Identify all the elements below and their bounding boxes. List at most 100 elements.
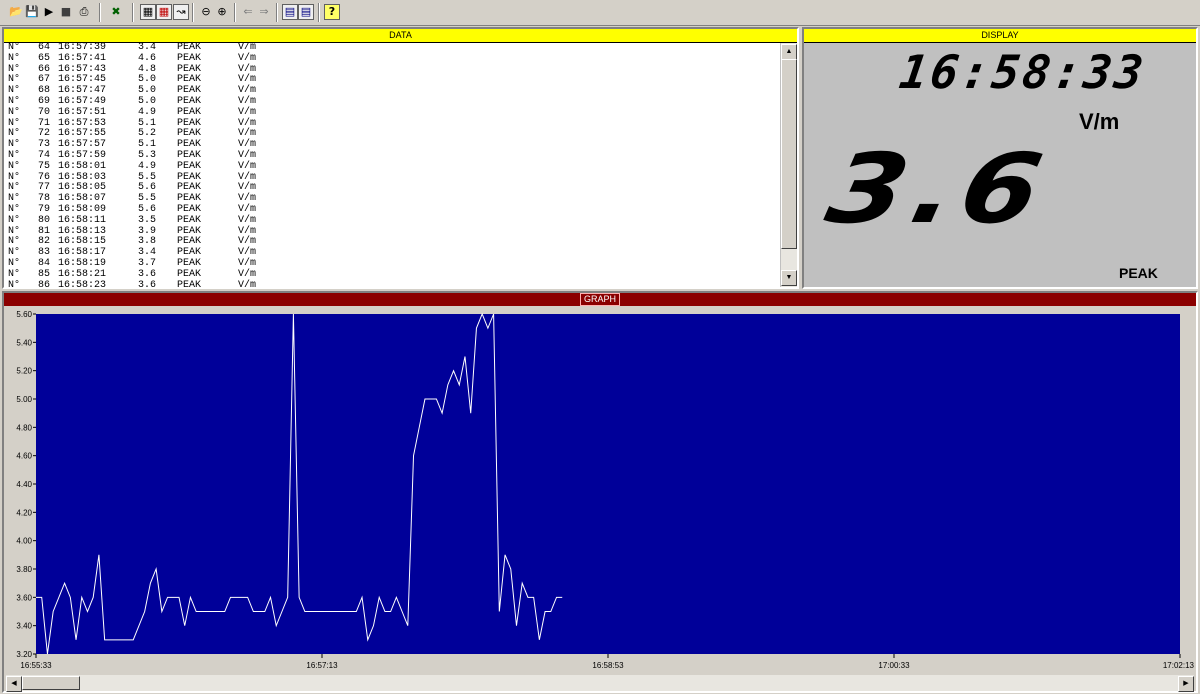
list-cell-n: N° — [8, 279, 21, 287]
scroll-left-icon[interactable]: ◀ — [6, 676, 22, 692]
list-item[interactable]: N° 86 16:58:23 3.6 PEAK V/m — [4, 279, 781, 287]
line-chart[interactable]: 3.20 3.40 3.60 3.80 4.00 4.20 4.40 4.60 4.80 5.00… — [4, 307, 1196, 675]
list-cell-mode: PEAK — [177, 52, 202, 64]
tile-horizontal-icon[interactable]: ▤ — [282, 4, 298, 20]
x-tick-label: 16:57:13 — [306, 661, 338, 670]
graph-panel-title: GRAPH — [4, 293, 1196, 306]
lcd-display: 16:58:33 V/m 3.6 PEAK — [804, 43, 1196, 287]
list-item[interactable]: N° 68 16:57:47 5.0 PEAK V/m — [4, 85, 781, 97]
toolbar: 📂 💾 ▶ ■ ⎙ ✖ ▦ ▦ ↝ ⊖ ⊕ ⇐ ⇒ ▤ ▤ ? — [0, 0, 1200, 26]
scrollbar-thumb[interactable] — [22, 676, 80, 690]
chart-icon[interactable]: ↝ — [173, 4, 189, 20]
open-folder-icon[interactable]: 📂 — [8, 4, 24, 20]
scroll-left-icon[interactable]: ⇐ — [240, 4, 256, 20]
list-cell-value: 3.6 — [138, 279, 157, 287]
display-time: 16:58:33 — [896, 45, 1150, 99]
list-item[interactable]: N° 72 16:57:55 5.2 PEAK V/m — [4, 129, 781, 140]
list-cell-value: 4.6 — [138, 52, 157, 64]
list-item[interactable]: N° 77 16:58:05 5.6 PEAK V/m — [4, 183, 781, 194]
list-cell-idx: 75 — [38, 160, 51, 172]
list-cell-time: 16:58:21 — [58, 268, 107, 280]
x-tick-label: 17:02:13 — [1163, 661, 1195, 670]
list-item[interactable]: N° 74 16:57:59 5.3 PEAK V/m — [4, 150, 781, 162]
graph-panel: GRAPH 3.20 3.40 3.60 3.80 4.00 4.20 4.40 4.60 4.… — [2, 291, 1198, 693]
toolbar-separator — [234, 3, 236, 22]
help-icon[interactable]: ? — [324, 4, 340, 20]
list-item[interactable]: N° 64 16:57:39 3.4 PEAK V/m — [4, 43, 781, 54]
graph-title-label: GRAPH — [579, 293, 620, 306]
data-panel: DATA N° 64 16:57:39 3.4 PEAK V/m N° 65 16:57:41 4… — [2, 27, 799, 289]
list-cell-value: 3.6 — [138, 268, 157, 280]
display-panel: DISPLAY 16:58:33 V/m 3.6 PEAK — [802, 27, 1198, 289]
list-cell-time: 16:57:51 — [58, 106, 107, 118]
list-item[interactable]: N° 82 16:58:15 3.8 PEAK V/m — [4, 237, 781, 248]
y-tick-label: 4.80 — [16, 423, 32, 432]
x-tick-label: 16:55:33 — [20, 661, 52, 670]
probe-icon[interactable]: ✖ — [108, 4, 124, 20]
list-item[interactable]: N° 66 16:57:43 4.8 PEAK V/m — [4, 64, 781, 76]
scroll-up-icon[interactable]: ▲ — [781, 44, 797, 60]
grid-icon[interactable]: ▦ — [140, 4, 156, 20]
list-item[interactable]: N° 76 16:58:03 5.5 PEAK V/m — [4, 172, 781, 184]
display-unit: V/m — [1079, 109, 1120, 134]
list-item[interactable]: N° 75 16:58:01 4.9 PEAK V/m — [4, 160, 781, 173]
stop-icon[interactable]: ■ — [58, 4, 74, 20]
list-item[interactable]: N° 65 16:57:41 4.6 PEAK V/m — [4, 52, 781, 65]
play-icon[interactable]: ▶ — [41, 4, 57, 20]
list-cell-mode: PEAK — [177, 214, 202, 226]
list-item[interactable]: N° 69 16:57:49 5.0 PEAK V/m — [4, 96, 781, 108]
y-tick-label: 5.40 — [16, 338, 32, 347]
list-cell-n: N° — [8, 214, 21, 226]
horizontal-scrollbar[interactable]: ◀ ▶ — [6, 675, 1194, 692]
zoom-out-icon[interactable]: ⊖ — [198, 4, 214, 20]
list-cell-unit: V/m — [238, 106, 257, 118]
graph-body: 3.20 3.40 3.60 3.80 4.00 4.20 4.40 4.60 4.80 5.00… — [4, 307, 1196, 692]
display-panel-title: DISPLAY — [804, 29, 1196, 43]
scroll-down-icon[interactable]: ▼ — [781, 270, 797, 286]
list-item[interactable]: N° 83 16:58:17 3.4 PEAK V/m — [4, 247, 781, 259]
list-item[interactable]: N° 81 16:58:13 3.9 PEAK V/m — [4, 226, 781, 238]
scrollbar-thumb[interactable] — [781, 59, 797, 249]
list-cell-idx: 85 — [38, 268, 51, 280]
scroll-right-icon[interactable]: ▶ — [1178, 676, 1194, 692]
data-list[interactable]: N° 64 16:57:39 3.4 PEAK V/m N° 65 16:57:41 4.6 PEA… — [4, 43, 781, 287]
list-item[interactable]: N° 78 16:58:07 5.5 PEAK V/m — [4, 193, 781, 205]
y-tick-label: 3.40 — [16, 622, 32, 631]
toolbar-separator — [276, 3, 278, 22]
list-item[interactable]: N° 80 16:58:11 3.5 PEAK V/m — [4, 214, 781, 227]
y-tick-label: 4.40 — [16, 480, 32, 489]
list-cell-unit: V/m — [238, 214, 257, 226]
table-icon[interactable]: ▦ — [156, 4, 172, 20]
y-tick-label: 3.20 — [16, 650, 32, 659]
scroll-right-icon[interactable]: ⇒ — [256, 4, 272, 20]
toolbar-separator — [318, 3, 320, 22]
y-tick-label: 5.20 — [16, 367, 32, 376]
list-cell-unit: V/m — [238, 268, 257, 280]
list-item[interactable]: N° 79 16:58:09 5.6 PEAK V/m — [4, 204, 781, 216]
x-tick-label: 17:00:33 — [878, 661, 910, 670]
y-tick-label: 3.60 — [16, 593, 32, 602]
y-tick-label: 4.20 — [16, 508, 32, 517]
list-cell-unit: V/m — [238, 279, 257, 287]
list-item[interactable]: N° 85 16:58:21 3.6 PEAK V/m — [4, 268, 781, 281]
x-tick-label: 16:58:53 — [592, 661, 624, 670]
list-cell-value: 4.9 — [138, 106, 157, 118]
list-item[interactable]: N° 67 16:57:45 5.0 PEAK V/m — [4, 75, 781, 86]
list-item[interactable]: N° 71 16:57:53 5.1 PEAK V/m — [4, 118, 781, 130]
toolbar-separator — [192, 3, 194, 22]
print-icon[interactable]: ⎙ — [76, 4, 92, 20]
toolbar-separator — [99, 3, 101, 22]
toolbar-separator — [132, 3, 134, 22]
zoom-in-icon[interactable]: ⊕ — [214, 4, 230, 20]
y-tick-label: 5.60 — [16, 310, 32, 319]
tile-vertical-icon[interactable]: ▤ — [298, 4, 314, 20]
list-item[interactable]: N° 84 16:58:19 3.7 PEAK V/m — [4, 258, 781, 270]
list-cell-idx: 80 — [38, 214, 51, 226]
save-icon[interactable]: 💾 — [24, 4, 40, 20]
list-cell-time: 16:58:11 — [58, 214, 107, 226]
list-cell-n: N° — [8, 160, 21, 172]
list-item[interactable]: N° 70 16:57:51 4.9 PEAK V/m — [4, 106, 781, 119]
list-cell-n: N° — [8, 106, 21, 118]
list-item[interactable]: N° 73 16:57:57 5.1 PEAK V/m — [4, 139, 781, 151]
vertical-scrollbar[interactable]: ▲ ▼ — [780, 43, 797, 287]
